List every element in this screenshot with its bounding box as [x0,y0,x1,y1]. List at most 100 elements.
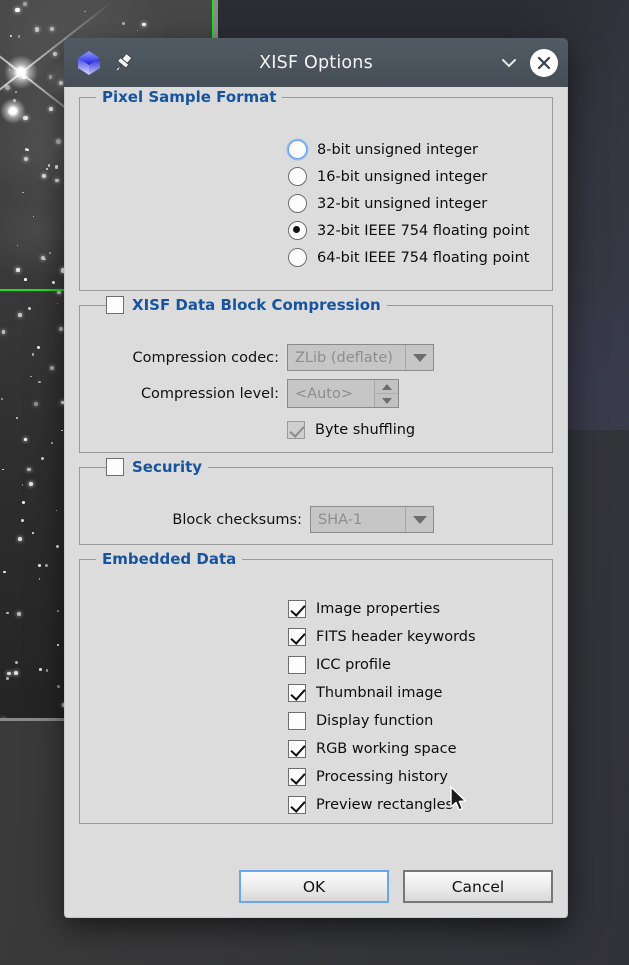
group-legend: Embedded Data [96,550,243,568]
checkbox-option-row[interactable]: Image properties [288,595,440,623]
embedded-data-checkbox-7[interactable] [288,796,306,814]
embedded-data-checkbox-4[interactable] [288,712,306,730]
radio-4[interactable] [288,248,307,267]
embedded-data-checkbox-5[interactable] [288,740,306,758]
embedded-data-label: Thumbnail image [316,685,443,701]
dialog-body: Pixel Sample Format 8-bit unsigned integ… [64,87,568,918]
radio-label: 64-bit IEEE 754 floating point [317,249,530,266]
embedded-data-checkbox-0[interactable] [288,600,306,618]
star [33,402,38,407]
embedded-data-label: Preview rectangles [316,797,454,813]
stepper-down-icon[interactable] [375,394,398,407]
block-checksums-row: Block checksums: SHA-1 [94,506,538,533]
radio-1[interactable] [288,167,307,186]
radio-option-row[interactable]: 32-bit unsigned integer [288,190,487,217]
star [27,467,31,472]
star [22,75,26,79]
radio-label: 8-bit unsigned integer [317,141,478,158]
star [57,644,59,646]
checkbox-option-row[interactable]: Processing history [288,763,448,791]
checkbox-option-row[interactable]: Preview rectangles [288,791,453,819]
group-legend: XISF Data Block Compression [106,296,387,314]
star [23,156,28,162]
star [49,27,54,32]
compression-level-row: Compression level: <Auto> [94,379,538,408]
radio-2[interactable] [288,194,307,213]
embedded-data-label: ICC profile [316,657,391,673]
star [1,329,6,334]
star [55,545,59,549]
star [13,99,16,102]
cancel-button[interactable]: Cancel [403,870,553,903]
star [136,29,138,31]
embedded-data-checkbox-3[interactable] [288,684,306,702]
radio-0[interactable] [288,140,307,159]
radio-option-row[interactable]: 16-bit unsigned integer [288,163,487,190]
group-legend: Pixel Sample Format [96,88,283,106]
star [46,168,48,170]
embedded-data-options: Image properties FITS header keywords ICC … [288,595,538,819]
embedded-data-label: Processing history [316,769,448,785]
embedded-data-checkbox-2[interactable] [288,656,306,674]
group-legend-label: XISF Data Block Compression [132,296,381,314]
radio-3[interactable] [288,221,307,240]
star [23,278,27,281]
close-icon[interactable] [530,48,558,77]
radio-option-row[interactable]: 64-bit IEEE 754 floating point [288,244,529,271]
star [6,611,9,615]
embedded-data-checkbox-6[interactable] [288,768,306,786]
dialog-titlebar[interactable]: XISF Options [64,38,568,87]
radio-option-row[interactable]: 32-bit IEEE 754 floating point [288,217,529,244]
star [57,685,60,688]
star [122,22,125,25]
star [13,671,18,676]
embedded-data-label: Image properties [316,601,441,617]
checkbox-option-row[interactable]: Thumbnail image [288,679,442,707]
star [40,457,44,461]
block-checksums-select[interactable]: SHA-1 [310,506,434,533]
star [48,252,51,254]
byte-shuffling-row[interactable]: Byte shuffling [287,416,538,443]
compression-codec-row: Compression codec: ZLib (deflate) [94,344,538,371]
compression-enable-checkbox[interactable] [106,296,124,314]
embedded-data-label: FITS header keywords [316,629,476,645]
compression-level-value: <Auto> [295,385,353,402]
compression-level-stepper[interactable]: <Auto> [287,379,399,408]
stepper-up-icon[interactable] [375,380,398,394]
checkbox-option-row[interactable]: Display function [288,707,433,735]
pin-icon[interactable] [110,51,136,75]
compression-codec-value: ZLib (deflate) [295,349,393,366]
checkbox-option-row[interactable]: FITS header keywords [288,623,476,651]
embedded-data-label: Display function [316,713,434,729]
star [5,84,10,90]
star [26,149,29,151]
checkbox-option-row[interactable]: RGB working space [288,735,457,763]
star [18,313,22,317]
security-enable-checkbox[interactable] [106,458,124,476]
group-legend-label: Embedded Data [102,550,237,568]
star [10,34,13,37]
chevron-down-icon[interactable] [496,50,522,76]
star [14,90,17,93]
ok-button[interactable]: OK [239,870,389,903]
star [16,611,21,616]
compression-level-label: Compression level: [140,385,279,402]
mouse-cursor [450,786,468,813]
group-legend-label: Pixel Sample Format [102,88,277,106]
cube-icon [76,49,102,77]
embedded-data-checkbox-1[interactable] [288,628,306,646]
star [45,669,49,672]
star [21,500,26,504]
byte-shuffling-checkbox[interactable] [287,420,305,439]
group-pixel-sample-format: Pixel Sample Format 8-bit unsigned integ… [79,88,553,291]
group-embedded-data: Embedded Data Image properties FITS heade… [79,550,553,824]
radio-option-row[interactable]: 8-bit unsigned integer [288,136,478,163]
radio-label: 16-bit unsigned integer [317,168,488,185]
compression-codec-select[interactable]: ZLib (deflate) [287,344,434,371]
checkbox-option-row[interactable]: ICC profile [288,651,391,679]
star [55,165,59,169]
group-legend-label: Security [132,458,203,476]
star [30,375,32,378]
dialog-title: XISF Options [259,52,373,73]
embedded-data-label: RGB working space [316,741,457,757]
